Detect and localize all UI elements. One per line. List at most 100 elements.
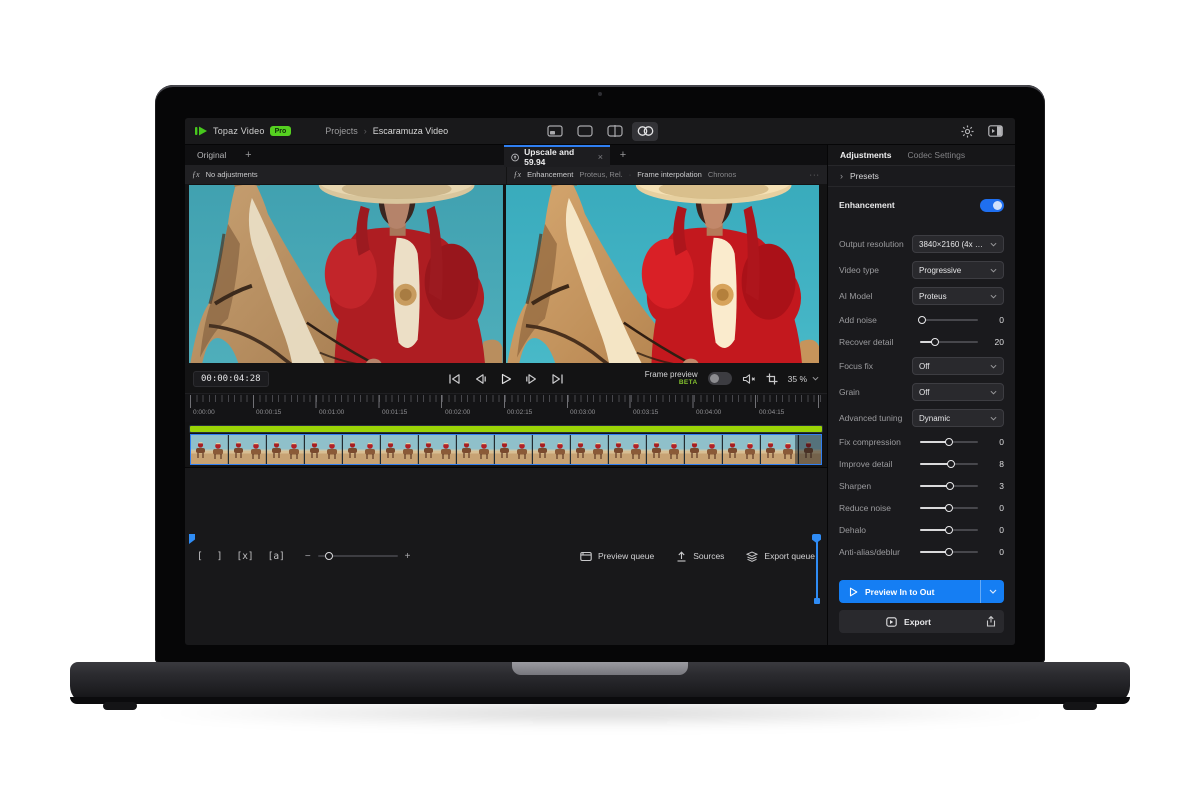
mute-speaker-icon[interactable] [742,373,756,385]
breadcrumb-projects[interactable]: Projects [325,126,358,136]
topbar-right [961,125,1015,138]
chevron-down-icon [990,242,997,247]
new-tab-button[interactable]: + [238,145,258,165]
tick-label: 00:01:15 [382,409,407,416]
sharpen-slider[interactable] [920,479,978,493]
ai-model-dropdown[interactable]: Proteus [912,287,1004,305]
set-out-button[interactable]: ] [217,551,223,562]
video-type-dropdown[interactable]: Progressive [912,261,1004,279]
tick-label: 00:00:15 [256,409,281,416]
loop-in-out-button[interactable]: [a] [268,551,285,562]
preview-headers: ƒx No adjustments ƒx Enhancement Proteus… [185,165,827,184]
settings-gear-icon[interactable] [961,125,974,138]
improve-detail-slider[interactable] [920,457,978,471]
tick-label: 00:04:15 [759,409,784,416]
control-label: Fix compression [839,437,920,447]
tick-label: 00:03:00 [570,409,595,416]
control-label: Advanced tuning [839,413,912,423]
bottom-toolbar: [ ] [x] [a] − + [185,467,827,646]
tab-upscale[interactable]: Upscale and 59.94 × [504,145,610,167]
zoom-level-dropdown[interactable]: 35 % [788,374,819,384]
sources-button[interactable]: Sources [676,551,724,562]
filmstrip-area [185,422,827,467]
more-options-icon[interactable]: ··· [810,170,821,179]
control-value: 20 [988,337,1004,347]
chevron-down-icon [990,294,997,299]
share-icon[interactable] [978,610,1004,633]
view-split-button[interactable] [602,122,628,141]
no-adjustments-label: No adjustments [206,170,258,179]
next-frame-button[interactable] [525,373,538,385]
filmstrip[interactable] [190,434,822,465]
control-row: Advanced tuning Dynamic [839,409,1004,427]
playhead[interactable] [812,534,821,605]
previous-frame-button[interactable] [474,373,487,385]
preview-options-chevron[interactable] [980,580,1004,603]
panel-toggle-icon[interactable] [988,125,1003,137]
focus-fix-dropdown[interactable]: Off [912,357,1004,375]
timeline-ruler[interactable]: 0:00:00 00:00:15 00:01:00 00:01:15 00:02… [185,393,827,422]
panel-buttons: Preview In to Out [828,579,1015,645]
tab-adjustments[interactable]: Adjustments [840,150,891,160]
view-pip-button[interactable] [542,122,568,141]
topaz-video-app: Topaz Video Pro Projects › Escaramuza Vi… [185,118,1015,645]
grain-dropdown[interactable]: Off [912,383,1004,401]
frame-preview-label: Frame preview BETA [645,370,698,387]
laptop-foot [103,702,137,710]
control-value: 3 [988,481,1004,491]
fix-compression-slider[interactable] [920,435,978,449]
side-by-side-view-icon [637,125,654,137]
fx-icon: ƒx [192,170,200,179]
presets-row[interactable]: › Presets [828,165,1015,187]
pip-view-icon [547,125,563,137]
play-icon [500,373,512,385]
export-button[interactable]: Export [839,610,1004,633]
control-value: 0 [988,437,1004,447]
control-row: Grain Off [839,383,1004,401]
control-label: Sharpen [839,481,920,491]
breadcrumb-current: Escaramuza Video [373,126,448,136]
zoom-slider-knob[interactable] [325,552,333,560]
reduce-noise-slider[interactable] [920,501,978,515]
advanced-tuning-dropdown[interactable]: Dynamic [912,409,1004,427]
view-side-by-side-button[interactable] [632,122,658,141]
play-button[interactable] [500,373,512,385]
tab-original[interactable]: Original [185,145,238,165]
control-label: Anti-alias/deblur [839,547,920,557]
dehalo-slider[interactable] [920,523,978,537]
original-preview[interactable] [189,185,503,363]
zoom-slider-track[interactable] [318,555,398,557]
set-in-button[interactable]: [ [197,551,203,562]
control-value: 0 [988,315,1004,325]
playhead-foot [814,598,820,604]
frame-preview-toggle[interactable] [708,372,732,385]
view-single-button[interactable] [572,122,598,141]
tick-label: 0:00:00 [193,409,215,416]
tab-codec-settings[interactable]: Codec Settings [907,150,965,160]
laptop-base [70,662,1130,704]
base-lip [70,697,1130,704]
preview-in-to-out-button[interactable]: Preview In to Out [839,580,1004,603]
zoom-in-button[interactable]: + [405,551,411,562]
enhancement-section-label: Enhancement [839,200,980,210]
export-queue-button[interactable]: Export queue [746,551,815,562]
brand-play-icon [195,126,208,136]
recover-detail-slider[interactable] [920,335,978,349]
output-resolution-dropdown[interactable]: 3840×2160 (4x … [912,235,1004,253]
enhanced-preview[interactable] [506,185,820,363]
playback-controls [448,373,564,385]
new-tab-button-2[interactable]: + [613,145,633,165]
anti-alias-deblur-slider[interactable] [920,545,978,559]
jump-to-end-button[interactable] [551,373,564,385]
preview-queue-button[interactable]: Preview queue [580,551,654,562]
zoom-out-button[interactable]: − [305,551,311,562]
crop-icon[interactable] [766,373,778,385]
control-label: Reduce noise [839,503,920,513]
add-noise-slider[interactable] [920,313,978,327]
pro-badge: Pro [270,126,292,136]
enhancement-toggle[interactable] [980,199,1004,212]
tick-label: 00:02:00 [445,409,470,416]
clear-in-out-button[interactable]: [x] [236,551,253,562]
jump-to-start-button[interactable] [448,373,461,385]
tab-close-icon[interactable]: × [598,152,603,162]
